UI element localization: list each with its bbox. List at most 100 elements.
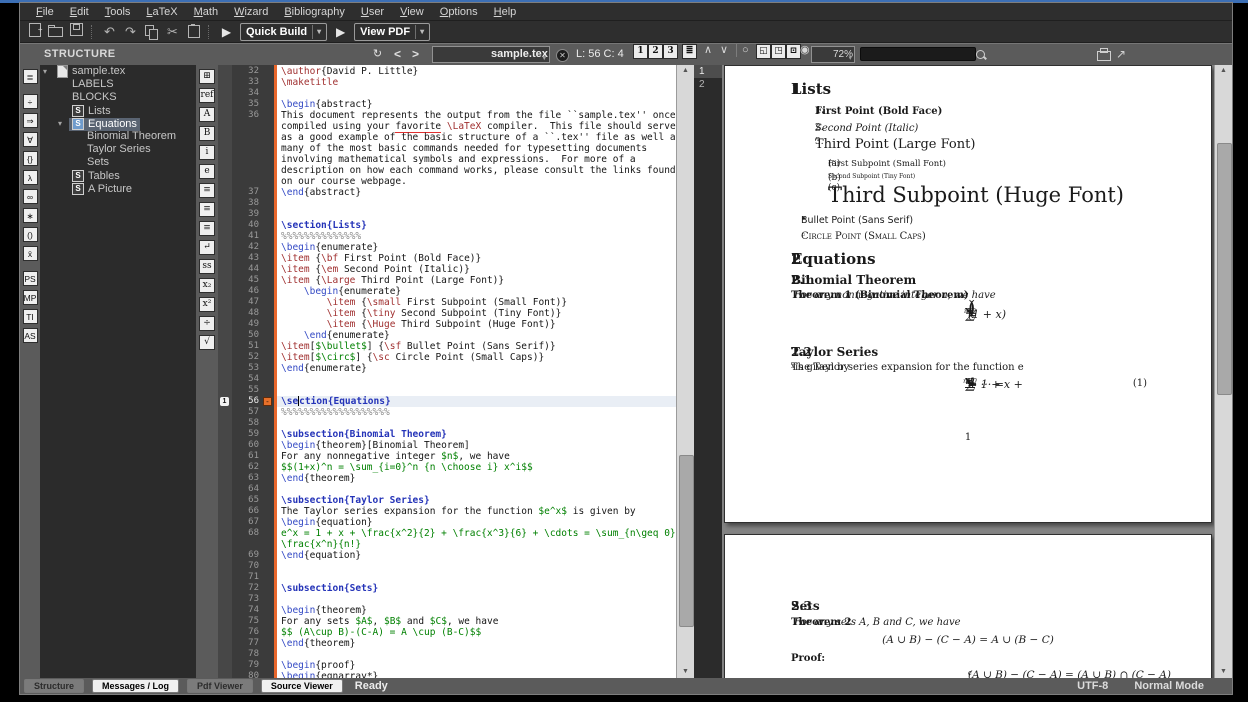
section-button[interactable]: ss xyxy=(199,259,215,274)
bookmark-icon[interactable]: 1 xyxy=(220,397,229,406)
fold-cell[interactable] xyxy=(262,594,274,605)
custom-zoom-button[interactable]: ⊡ xyxy=(786,44,801,59)
editor-line-53[interactable]: 53\end{enumerate} xyxy=(218,363,676,374)
editor-line-68[interactable]: 68e^x = 1 + x + \frac{x^2}{2} + \frac{x^… xyxy=(218,528,676,550)
editor-line-59[interactable]: 59\subsection{Binomial Theorem} xyxy=(218,429,676,440)
copy-icon[interactable] xyxy=(141,23,162,41)
page-mode-single-button[interactable]: 1 xyxy=(633,44,648,59)
fit-width-button[interactable]: ◱ xyxy=(756,44,771,59)
superscript-button[interactable]: x² xyxy=(199,297,215,312)
menu-file[interactable]: File xyxy=(28,5,62,19)
fold-cell[interactable] xyxy=(262,605,274,616)
editor-line-43[interactable]: 43\item {\bf First Point (Bold Face)} xyxy=(218,253,676,264)
view-pdf-button[interactable]: View PDF▾ xyxy=(354,23,430,41)
structure-item-sets[interactable]: Sets xyxy=(40,156,196,169)
editor-line-76[interactable]: 76$$ (A\cup B)-(C-A) = A \cup (B-C)$$ xyxy=(218,627,676,638)
bookmark-cell[interactable] xyxy=(218,231,232,242)
fold-cell[interactable] xyxy=(262,264,274,275)
editor-line-62[interactable]: 62$$(1+x)^n = \sum_{i=0}^n {n \choose i}… xyxy=(218,462,676,473)
fold-cell[interactable] xyxy=(262,418,274,429)
search-icon[interactable] xyxy=(976,50,985,59)
pan-tool-button[interactable]: ○ xyxy=(742,44,749,57)
bookmark-cell[interactable] xyxy=(218,264,232,275)
bookmark-cell[interactable] xyxy=(218,473,232,484)
fold-cell[interactable] xyxy=(262,308,274,319)
editor-line-40[interactable]: 40\section{Lists} xyxy=(218,220,676,231)
pdf-scrollbar-thumb[interactable] xyxy=(1217,143,1232,395)
bookmark-cell[interactable] xyxy=(218,649,232,660)
misc-symbols-button[interactable]: ∀ xyxy=(23,132,38,147)
bookmark-cell[interactable] xyxy=(218,528,232,550)
bookmark-cell[interactable] xyxy=(218,198,232,209)
editor-line-57[interactable]: 57%%%%%%%%%%%%%%%%%%% xyxy=(218,407,676,418)
bookmark-cell[interactable] xyxy=(218,671,232,678)
fold-cell[interactable] xyxy=(262,99,274,110)
editor-line-38[interactable]: 38 xyxy=(218,198,676,209)
menu-view[interactable]: View xyxy=(392,5,432,19)
fold-marker-icon[interactable]: - xyxy=(263,397,272,406)
bookmark-cell[interactable] xyxy=(218,638,232,649)
scroll-up-icon[interactable]: ▲ xyxy=(1215,65,1232,77)
fold-cell[interactable] xyxy=(262,407,274,418)
bookmark-cell[interactable] xyxy=(218,88,232,99)
editor-line-32[interactable]: 32\author{David P. Little} xyxy=(218,66,676,77)
editor-line-65[interactable]: 65\subsection{Taylor Series} xyxy=(218,495,676,506)
editor-line-61[interactable]: 61For any nonnegative integer $n$, we ha… xyxy=(218,451,676,462)
editor-line-73[interactable]: 73 xyxy=(218,594,676,605)
editor-line-64[interactable]: 64 xyxy=(218,484,676,495)
bookmark-cell[interactable] xyxy=(218,462,232,473)
arrow-symbols-button[interactable]: ⇒ xyxy=(23,113,38,128)
editor-line-35[interactable]: 35\begin{abstract} xyxy=(218,99,676,110)
print-icon[interactable] xyxy=(1097,51,1111,61)
fold-cell[interactable] xyxy=(262,495,274,506)
structure-list-button[interactable]: ≣ xyxy=(23,69,38,84)
fold-cell[interactable] xyxy=(262,242,274,253)
bookmark-cell[interactable] xyxy=(218,319,232,330)
fold-cell[interactable] xyxy=(262,660,274,671)
bookmark-cell[interactable] xyxy=(218,220,232,231)
bookmark-cell[interactable] xyxy=(218,385,232,396)
editor-line-45[interactable]: 45\item {\Large Third Point (Large Font)… xyxy=(218,275,676,286)
menu-math[interactable]: Math xyxy=(186,5,226,19)
fold-cell[interactable] xyxy=(262,440,274,451)
emphasis-button[interactable]: e xyxy=(199,164,215,179)
editor-line-72[interactable]: 72\subsection{Sets} xyxy=(218,583,676,594)
statusbar-tab-source-viewer[interactable]: Source Viewer xyxy=(261,679,343,693)
bookmark-cell[interactable] xyxy=(218,660,232,671)
bookmark-cell[interactable] xyxy=(218,583,232,594)
menu-tools[interactable]: Tools xyxy=(97,5,139,19)
fold-cell[interactable] xyxy=(262,550,274,561)
editor-line-39[interactable]: 39 xyxy=(218,209,676,220)
expander-icon[interactable]: ▾ xyxy=(43,65,47,78)
pdf-search-input[interactable] xyxy=(860,47,976,61)
bookmark-cell[interactable] xyxy=(218,429,232,440)
bookmark-cell[interactable] xyxy=(218,242,232,253)
editor-line-56[interactable]: 156-\section{Equations} xyxy=(218,396,676,407)
fold-cell[interactable] xyxy=(262,638,274,649)
fold-cell[interactable] xyxy=(262,517,274,528)
undo-icon[interactable]: ↶ xyxy=(99,23,120,41)
asymptote-button[interactable]: AS xyxy=(23,328,38,343)
bookmark-cell[interactable] xyxy=(218,99,232,110)
align-center-button[interactable]: ≡ xyxy=(199,202,215,217)
fold-cell[interactable] xyxy=(262,330,274,341)
statusbar-tab-pdf-viewer[interactable]: Pdf Viewer xyxy=(187,679,253,693)
fold-cell[interactable] xyxy=(262,484,274,495)
delimiters-button[interactable]: {} xyxy=(23,151,38,166)
fold-cell[interactable] xyxy=(262,198,274,209)
pstricks-button[interactable]: PS xyxy=(23,271,38,286)
expander-icon[interactable]: ▾ xyxy=(58,117,62,130)
insert-label-button[interactable]: A xyxy=(199,107,215,122)
structure-item-tables[interactable]: STables xyxy=(40,169,196,182)
insert-ref-button[interactable]: ref xyxy=(199,88,215,103)
fold-cell[interactable] xyxy=(262,77,274,88)
editor-line-71[interactable]: 71 xyxy=(218,572,676,583)
pdf-page-list-item[interactable]: 1 xyxy=(694,65,722,78)
editor-line-69[interactable]: 69\end{equation} xyxy=(218,550,676,561)
editor-line-41[interactable]: 41%%%%%%%%%%%%%% xyxy=(218,231,676,242)
fold-cell[interactable] xyxy=(262,209,274,220)
fold-cell[interactable] xyxy=(262,66,274,77)
cut-icon[interactable]: ✂ xyxy=(162,23,183,41)
menu-bibliography[interactable]: Bibliography xyxy=(276,5,353,19)
bookmark-cell[interactable] xyxy=(218,418,232,429)
